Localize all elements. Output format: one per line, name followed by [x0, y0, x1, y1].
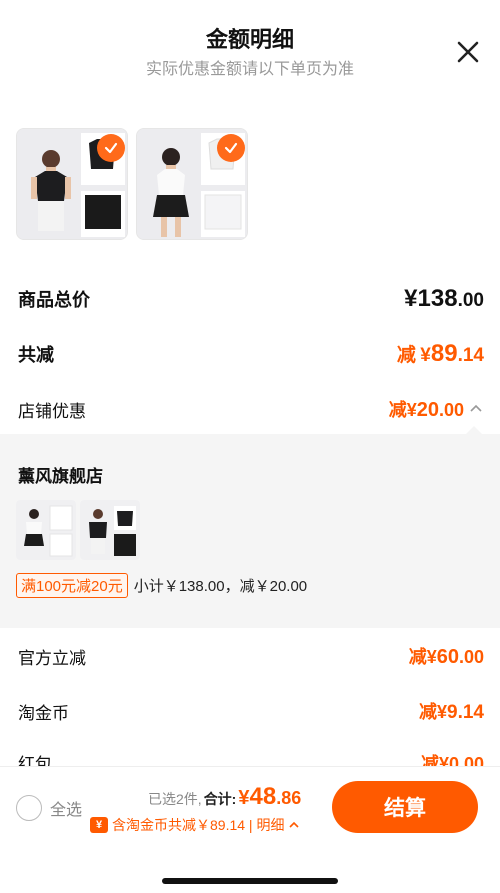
shop-discount-label: 店铺优惠	[18, 401, 86, 421]
total-price-dec: .00	[457, 290, 484, 311]
official-discount-value: 减¥60.00	[409, 643, 484, 669]
total-label: 合计:	[203, 791, 237, 807]
coin-discount-label: 淘金币	[18, 703, 69, 723]
total-dec: .86	[276, 788, 302, 808]
redpack-row[interactable]: 红包 减¥0.00	[18, 750, 484, 766]
shop-discount-row[interactable]: 店铺优惠 减¥20.00	[18, 396, 484, 422]
total-reduce-row: 共减 减 ¥89.14	[18, 340, 484, 368]
total-int: 48	[249, 783, 277, 810]
total-price-value: ¥138.00	[404, 285, 484, 313]
shop-product-image-white	[16, 500, 76, 560]
total-price-row: 商品总价 ¥138.00	[18, 285, 484, 313]
reduce-dec: .14	[457, 345, 484, 366]
header: 金额明细 实际优惠金额请以下单页为准	[0, 0, 500, 90]
discount-prefix: 减	[408, 647, 427, 667]
shop-product-images	[16, 500, 140, 560]
coin-detail-text: 含淘金币共减￥89.14 | 明细	[112, 817, 285, 833]
yen-symbol: ¥	[437, 702, 448, 722]
shop-product-image-black	[80, 500, 140, 560]
total-price-int: 138	[417, 285, 458, 312]
total-reduce-label: 共减	[18, 345, 54, 365]
official-discount-row: 官方立减 减¥60.00	[18, 643, 484, 669]
selected-check-icon[interactable]	[97, 134, 125, 162]
close-icon[interactable]	[452, 36, 484, 68]
shop-discount-value-wrap: 减¥20.00	[389, 396, 484, 422]
product-thumb-black-tshirt[interactable]	[16, 128, 128, 240]
yen-symbol: ¥	[238, 787, 250, 809]
shop-discount-value: 减¥20.00	[389, 396, 464, 422]
promo-tag: 满100元减20元	[16, 573, 128, 598]
reduce-prefix: 减	[396, 345, 416, 366]
coin-discount-value: 减¥9.14	[419, 698, 484, 724]
panel-pointer	[466, 426, 482, 434]
coin-discount-row: 淘金币 减¥9.14	[18, 698, 484, 724]
total-price-label: 商品总价	[18, 290, 90, 310]
select-all[interactable]: 全选	[16, 795, 82, 821]
official-int: 60	[436, 646, 459, 668]
discount-dec: .00	[438, 400, 464, 420]
chevron-up-icon	[289, 821, 300, 828]
checkout-button[interactable]: 结算	[332, 781, 478, 833]
redpack-label: 红包	[18, 755, 52, 766]
shop-subtotal: 小计￥138.00，减￥20.00	[133, 578, 308, 595]
discount-prefix: 减	[388, 400, 407, 420]
total-line: 已选2件, 合计: ¥48.86	[148, 783, 301, 811]
checkout-bar: 全选 已选2件, 合计: ¥48.86 ¥ 含淘金币共减￥89.14 | 明细 …	[0, 766, 500, 893]
selected-count: 已选2件,	[148, 791, 202, 807]
shop-name: 薰风旗舰店	[18, 467, 103, 486]
coin-value: 9.14	[447, 702, 484, 723]
page-subtitle: 实际优惠金额请以下单页为准	[145, 61, 354, 78]
official-discount-label: 官方立减	[18, 648, 86, 668]
redpack-value: 减¥0.00	[420, 754, 484, 766]
official-dec: .00	[458, 647, 484, 667]
discount-prefix: 减	[419, 702, 437, 722]
chevron-up-icon[interactable]	[468, 401, 484, 417]
yen-symbol: ¥	[420, 345, 431, 366]
coin-detail-link[interactable]: ¥ 含淘金币共减￥89.14 | 明细	[90, 815, 300, 835]
selected-check-icon[interactable]	[217, 134, 245, 162]
yen-symbol: ¥	[426, 647, 437, 667]
coin-icon: ¥	[90, 817, 108, 833]
product-thumb-white-tshirt[interactable]	[136, 128, 248, 240]
page-title: 金额明细	[205, 27, 294, 52]
select-all-label: 全选	[50, 802, 83, 819]
promo-line: 满100元减20元 小计￥138.00，减￥20.00	[16, 573, 307, 598]
home-indicator	[162, 878, 338, 884]
shop-discount-panel: 薰风旗舰店 满100元减20元 小计￥138.00，减￥20.00	[0, 426, 500, 628]
total-reduce-value: 减 ¥89.14	[397, 340, 484, 368]
discount-int: 20	[416, 399, 439, 421]
total-amount: ¥48.86	[238, 783, 301, 811]
product-thumbnails	[16, 128, 248, 240]
yen-symbol: ¥	[404, 285, 418, 312]
select-all-radio[interactable]	[16, 795, 42, 821]
reduce-int: 89	[430, 340, 458, 367]
yen-symbol: ¥	[406, 400, 417, 420]
